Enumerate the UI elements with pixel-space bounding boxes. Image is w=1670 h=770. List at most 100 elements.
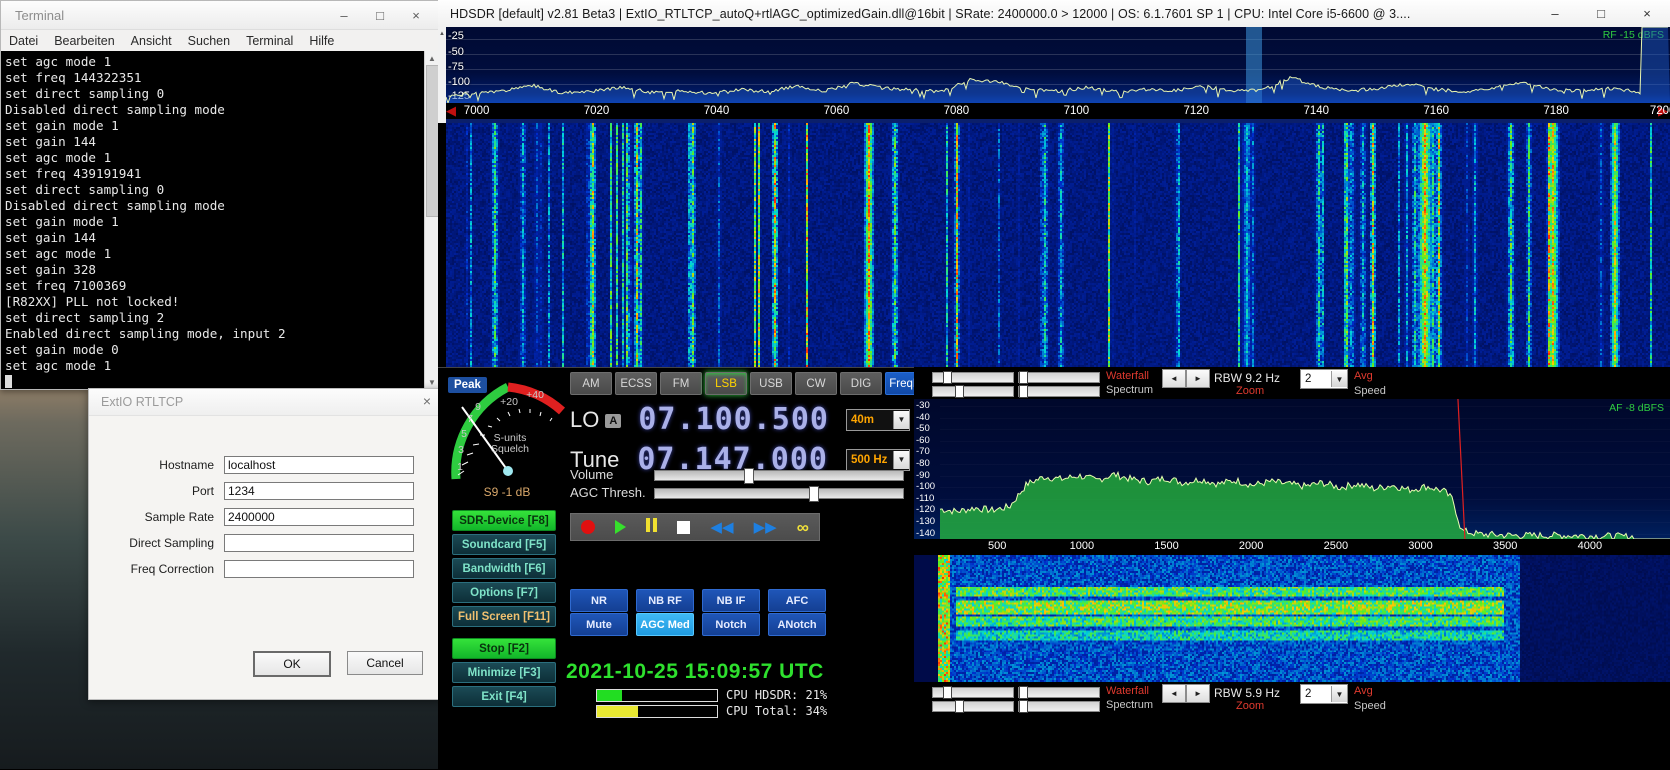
chevron-down-icon[interactable]: ▼ <box>1331 686 1347 702</box>
spectrum-contrast-slider[interactable] <box>932 385 1014 398</box>
mode-button-cw[interactable]: CW <box>795 372 837 395</box>
slider-knob[interactable] <box>955 700 964 713</box>
menu-item-suchen[interactable]: Suchen <box>188 34 230 48</box>
spectrum-label-bottom[interactable]: Spectrum <box>1106 699 1153 711</box>
hostname-input[interactable] <box>224 456 414 474</box>
step-selector[interactable]: 500 Hz ▼ <box>845 448 910 471</box>
spectrum-label-top[interactable]: Spectrum <box>1106 384 1153 396</box>
rewind-icon[interactable]: ◀◀ <box>710 520 733 535</box>
record-icon[interactable] <box>581 520 596 534</box>
slider-knob[interactable] <box>1019 371 1028 384</box>
zoom-slider[interactable] <box>1018 385 1100 398</box>
direct-sampling-input[interactable] <box>224 534 414 552</box>
rf-spectrum-plot[interactable]: -25 -50 -75 -100 -125 RF -15 dBFS <box>446 27 1670 103</box>
nb-rf-button[interactable]: NB RF <box>636 589 694 612</box>
forward-icon[interactable]: ▶▶ <box>754 520 777 535</box>
soundcard-button[interactable]: Soundcard [F5] <box>452 534 556 555</box>
sample-rate-input[interactable] <box>224 508 414 526</box>
terminal-scrollbar[interactable]: ▲ ▼ <box>424 51 440 389</box>
af-frequency-scale[interactable]: 500 1000 1500 2000 2500 3000 3500 4000 <box>914 539 1670 555</box>
hdsdr-title-bar[interactable]: HDSDR [default] v2.81 Beta3 | ExtIO_RTLT… <box>438 0 1670 28</box>
nr-button[interactable]: NR <box>570 589 628 612</box>
mode-button-lsb[interactable]: LSB <box>705 372 747 395</box>
zoom-label-bottom[interactable]: Zoom <box>1236 700 1264 712</box>
scroll-down-icon[interactable]: ▼ <box>425 375 439 389</box>
port-input[interactable] <box>224 482 414 500</box>
notch-button[interactable]: Notch <box>702 613 760 636</box>
af-rbw-decrease-button[interactable]: ◄ <box>1162 684 1186 703</box>
avg-selector-top[interactable]: 2 ▼ <box>1300 369 1348 389</box>
volume-slider[interactable] <box>654 468 904 484</box>
af-waterfall-canvas[interactable] <box>914 555 1670 682</box>
mode-button-fm[interactable]: FM <box>660 372 702 395</box>
loop-icon[interactable]: ∞ <box>797 519 809 536</box>
maximize-icon[interactable]: □ <box>373 8 387 22</box>
slider-knob[interactable] <box>1019 686 1028 699</box>
rf-scroll-column[interactable]: ▲ <box>438 27 446 123</box>
rf-waterfall[interactable] <box>446 123 1670 367</box>
sdr-device-button[interactable]: SDR-Device [F8] <box>452 510 556 531</box>
af-zoom-slider[interactable] <box>1018 700 1100 713</box>
bandwidth-button[interactable]: Bandwidth [F6] <box>452 558 556 579</box>
avg-selector-bottom[interactable]: 2 ▼ <box>1300 684 1348 704</box>
agc-thresh-slider-knob[interactable] <box>808 486 819 502</box>
af-spectrum-contrast-slider[interactable] <box>932 700 1014 713</box>
scroll-up-icon[interactable]: ▲ <box>438 27 446 41</box>
ok-button[interactable]: OK <box>253 651 331 677</box>
slider-knob[interactable] <box>1019 385 1028 398</box>
mute-button[interactable]: Mute <box>570 613 628 636</box>
waterfall-brightness-slider[interactable] <box>1018 371 1100 384</box>
full-screen-button[interactable]: Full Screen [F11] <box>452 606 556 627</box>
slider-knob[interactable] <box>943 686 952 699</box>
menu-item-hilfe[interactable]: Hilfe <box>309 34 334 48</box>
lo-a-badge[interactable]: A <box>605 413 622 428</box>
nb-if-button[interactable]: NB IF <box>702 589 760 612</box>
cancel-button[interactable]: Cancel <box>347 651 423 675</box>
mode-button-usb[interactable]: USB <box>750 372 792 395</box>
freq-correction-input[interactable] <box>224 560 414 578</box>
close-icon[interactable]: × <box>409 8 423 22</box>
maximize-icon[interactable]: □ <box>1578 0 1624 27</box>
anotch-button[interactable]: ANotch <box>768 613 826 636</box>
close-icon[interactable]: × <box>1624 0 1670 27</box>
s-meter[interactable]: Peak 1 3 5 7 9 +20 +40 S-units Squelch S… <box>442 371 572 501</box>
menu-item-datei[interactable]: Datei <box>9 34 38 48</box>
extio-title-bar[interactable]: ExtIO RTLTCP × <box>89 389 441 416</box>
agc-thresh-slider[interactable] <box>654 486 904 502</box>
terminal-output[interactable]: set agc mode 1 set freq 144322351 set di… <box>1 51 439 389</box>
scroll-up-icon[interactable]: ▲ <box>425 51 439 65</box>
rbw-increase-button[interactable]: ► <box>1186 369 1210 388</box>
terminal-title-bar[interactable]: Terminal – □ × <box>1 1 439 30</box>
mode-button-ecss[interactable]: ECSS <box>615 372 657 395</box>
slider-knob[interactable] <box>943 371 952 384</box>
mode-button-am[interactable]: AM <box>570 372 612 395</box>
stop-icon[interactable] <box>677 520 691 534</box>
af-waterfall[interactable] <box>914 555 1670 682</box>
menu-item-bearbeiten[interactable]: Bearbeiten <box>54 34 114 48</box>
afc-button[interactable]: AFC <box>768 589 826 612</box>
minimize-icon[interactable]: – <box>1532 0 1578 27</box>
menu-item-ansicht[interactable]: Ansicht <box>131 34 172 48</box>
stop-button[interactable]: Stop [F2] <box>452 638 556 659</box>
rf-waterfall-canvas[interactable] <box>446 123 1670 367</box>
af-waterfall-contrast-slider[interactable] <box>932 686 1014 699</box>
af-rbw-increase-button[interactable]: ► <box>1186 684 1210 703</box>
chevron-down-icon[interactable]: ▼ <box>892 450 909 469</box>
volume-slider-knob[interactable] <box>744 468 755 484</box>
minimize-icon[interactable]: – <box>337 8 351 22</box>
rbw-decrease-button[interactable]: ◄ <box>1162 369 1186 388</box>
close-icon[interactable]: × <box>423 394 431 408</box>
af-waterfall-brightness-slider[interactable] <box>1018 686 1100 699</box>
af-spectrum-plot[interactable]: AF -8 dBFS -30 -40 -50 -60 -70 -80 -90 -100 -110… <box>914 399 1670 539</box>
lo-frequency[interactable]: 07.100.500 <box>638 402 829 437</box>
agc-med-button[interactable]: AGC Med <box>636 613 694 636</box>
mode-button-dig[interactable]: DIG <box>840 372 882 395</box>
slider-knob[interactable] <box>1019 700 1028 713</box>
waterfall-label-bottom[interactable]: Waterfall <box>1106 685 1149 697</box>
play-icon[interactable] <box>615 520 627 534</box>
waterfall-label-top[interactable]: Waterfall <box>1106 370 1149 382</box>
slider-knob[interactable] <box>955 385 964 398</box>
waterfall-contrast-slider[interactable] <box>932 371 1014 384</box>
options-button[interactable]: Options [F7] <box>452 582 556 603</box>
band-selector[interactable]: 40m ▼ <box>846 408 910 431</box>
